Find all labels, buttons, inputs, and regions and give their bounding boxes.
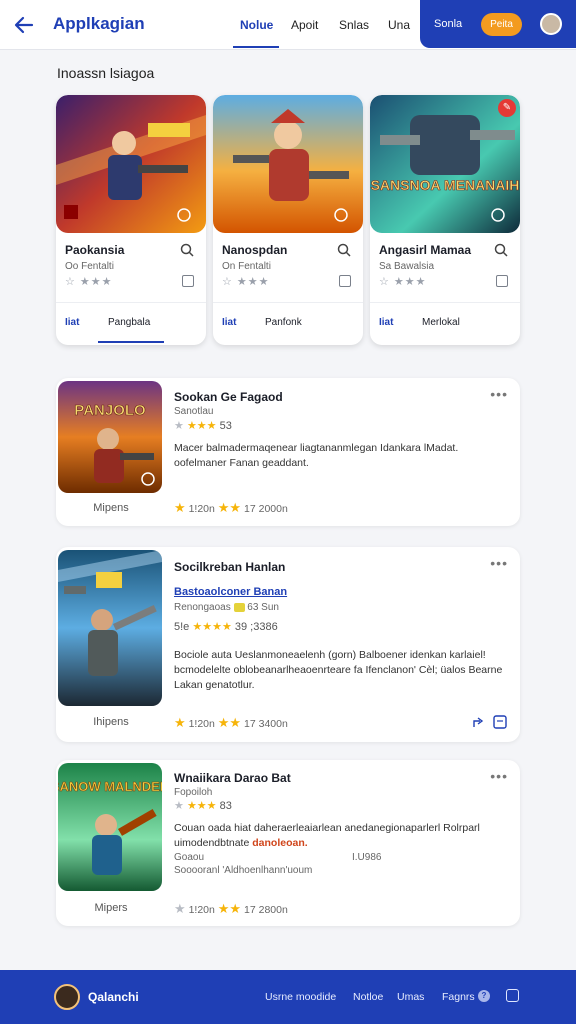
item-subtitle: Renongaoas 63 Sun	[174, 602, 279, 613]
card-title: Angasirl Mamaa	[379, 243, 472, 257]
bookmark-icon[interactable]	[496, 275, 508, 287]
bookmark-icon[interactable]	[182, 275, 194, 287]
art-title-text: SANOW MALNDER	[58, 779, 162, 794]
list-item[interactable]: PANJOLO Mipens Sookan Ge Fagaod ••• Sano…	[56, 378, 520, 526]
notification-badge[interactable]: ✎	[498, 99, 516, 117]
divider	[213, 302, 363, 303]
sonla-link[interactable]: Sonla	[434, 18, 462, 30]
footer-stats: ★ 1!20n ★★ 17 2000n	[174, 500, 288, 515]
more-options-icon[interactable]: •••	[490, 768, 508, 784]
card-title: Nanospdan	[222, 243, 288, 257]
thumbnail-caption: Ihipens	[93, 716, 129, 728]
bottom-link-notloe[interactable]: Notloe	[353, 991, 383, 1003]
active-tab-indicator	[233, 46, 279, 48]
rating-stars: ☆ ★★★	[379, 276, 427, 288]
extra-info-left: Goaou	[174, 852, 205, 863]
card-subtitle: Sa Bawalsia	[379, 261, 435, 272]
rating-stars: ☆ ★★★	[65, 276, 113, 288]
tab-panfonk[interactable]: Panfonk	[265, 317, 302, 328]
rating-row: ★ ★★★ 83	[174, 800, 232, 812]
item-title: Socilkreban Hanlan	[174, 560, 286, 574]
section-title: Inoassn lsiagoa	[57, 65, 155, 81]
item-title: Sookan Ge Fagaod	[174, 390, 283, 404]
peita-button[interactable]: Peita	[481, 13, 522, 36]
card-subtitle: On Fentalti	[222, 261, 271, 272]
extra-info-right: I.U986	[352, 852, 382, 863]
tab-iiat[interactable]: Iiat	[65, 317, 79, 328]
thumbnail-caption: Mipers	[94, 902, 128, 914]
art-title-text: SANSNOA MENANAIH	[371, 177, 520, 193]
item-description: Bociole auta Ueslanmoneaelenh (gorn) Bal…	[174, 649, 503, 691]
tab-iiat[interactable]: Iiat	[379, 317, 393, 328]
active-tab-indicator	[98, 341, 164, 343]
item-description: Couan oada hiat daheraerleaiarlean aneda…	[174, 822, 480, 849]
tab-snlas[interactable]: Snlas	[339, 18, 369, 32]
thumbnail-caption: Mipens	[93, 502, 129, 514]
tab-merlokal[interactable]: Merlokal	[422, 317, 460, 328]
list-item[interactable]: Ihipens Socilkreban Hanlan ••• Bastoaolc…	[56, 547, 520, 742]
settings-icon[interactable]	[506, 989, 519, 1002]
avatar[interactable]	[540, 13, 562, 35]
art-title-text: PANJOLO	[74, 402, 146, 419]
tab-una[interactable]: Una	[388, 18, 410, 32]
extra-info-line: Sooooranl 'Aldhoenlhann'uoum	[174, 865, 313, 876]
item-title: Wnaiikara Darao Bat	[174, 771, 291, 785]
game-thumbnail[interactable]: PANJOLO	[58, 381, 162, 493]
bottom-link-usrne[interactable]: Usrne moodide	[265, 991, 336, 1003]
game-thumbnail[interactable]	[56, 95, 206, 233]
share-icon[interactable]	[472, 715, 508, 729]
avatar[interactable]	[54, 984, 80, 1010]
bottom-link-umas[interactable]: Umas	[397, 991, 424, 1003]
search-icon[interactable]	[337, 243, 351, 257]
image-icon[interactable]	[339, 275, 351, 287]
list-item[interactable]: SANOW MALNDER Mipers Wnaiikara Darao Bat…	[56, 760, 520, 926]
back-arrow-icon[interactable]	[12, 13, 36, 37]
item-description: Macer balmadermaqenear liagtananmlegan I…	[174, 442, 459, 469]
item-link[interactable]: Bastoaolconer Banan	[174, 586, 287, 598]
card-subtitle: Oo Fentalti	[65, 261, 114, 272]
rating-row: ★ ★★★ 53	[174, 420, 232, 432]
card-title: Paokansia	[65, 243, 125, 257]
game-thumbnail[interactable]: SANSNOA MENANAIH ✎	[370, 95, 520, 233]
bottom-link-fagnrs[interactable]: Fagnrs	[442, 991, 475, 1003]
top-bar: Applkagian Nolue Apoit Snlas Una Sonla P…	[0, 0, 576, 50]
item-subtitle: Sanotlau	[174, 406, 214, 417]
tab-nolue[interactable]: Nolue	[240, 18, 273, 32]
tab-apoit[interactable]: Apoit	[291, 18, 318, 32]
game-thumbnail[interactable]	[58, 550, 162, 706]
more-options-icon[interactable]: •••	[490, 555, 508, 571]
game-thumbnail[interactable]	[213, 95, 363, 233]
search-icon[interactable]	[494, 243, 508, 257]
divider	[56, 302, 206, 303]
bottom-bar: Qalanchi Usrne moodide Notloe Umas Fagnr…	[0, 970, 576, 1024]
featured-card[interactable]: SANSNOA MENANAIH ✎ Angasirl Mamaa Sa Baw…	[370, 95, 520, 345]
search-icon[interactable]	[180, 243, 194, 257]
footer-stats: ★ 1!20n ★★ 17 3400n	[174, 715, 288, 730]
rating-stars: ☆ ★★★	[222, 276, 270, 288]
divider	[370, 302, 520, 303]
help-icon[interactable]: ?	[478, 990, 490, 1002]
tab-iiat[interactable]: Iiat	[222, 317, 236, 328]
tab-pangbala[interactable]: Pangbala	[108, 317, 150, 328]
item-subtitle: Fopoiloh	[174, 787, 213, 798]
game-thumbnail[interactable]: SANOW MALNDER	[58, 763, 162, 891]
featured-card[interactable]: Nanospdan On Fentalti ☆ ★★★ Iiat Panfonk	[213, 95, 363, 345]
featured-card[interactable]: Paokansia Oo Fentalti ☆ ★★★ Iiat Pangbal…	[56, 95, 206, 345]
rating-row: 5!e ★★★★ 39 ;3386	[174, 621, 278, 633]
user-name: Qalanchi	[88, 990, 139, 1004]
top-right-panel: Sonla Peita	[420, 0, 576, 48]
app-title: Applkagian	[53, 14, 145, 33]
more-options-icon[interactable]: •••	[490, 386, 508, 402]
footer-stats: ★ 1!20n ★★ 17 2800n	[174, 901, 288, 916]
